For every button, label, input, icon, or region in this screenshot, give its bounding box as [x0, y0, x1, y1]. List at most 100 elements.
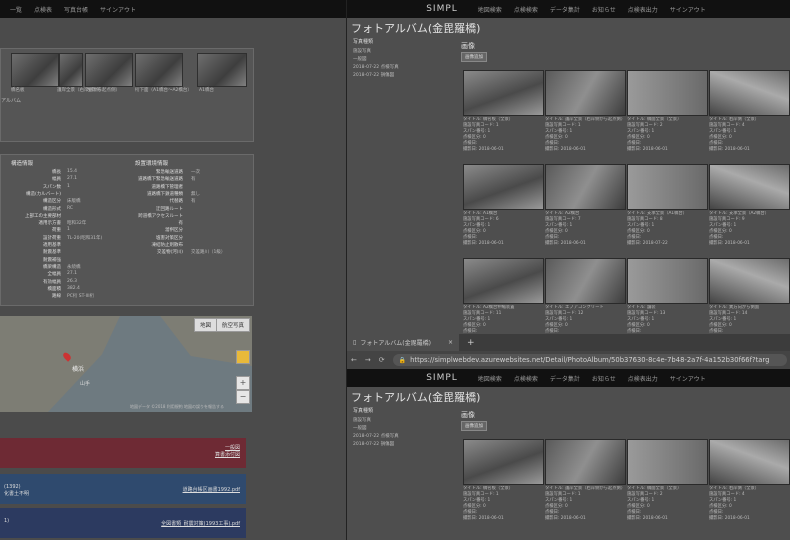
left-nav-item[interactable]: 写真台帳 — [64, 5, 88, 14]
browser-nav-item[interactable]: データ集計 — [550, 374, 580, 383]
right-nav-item[interactable]: 点検検索 — [514, 5, 538, 14]
photo-card[interactable]: タイトル: 護岸全景（右岸側から起点側） 施設写真コード: 1 スパン番号: 1 点検… — [545, 439, 626, 522]
left-nav-item[interactable]: 点検表 — [34, 5, 52, 14]
right-nav-item[interactable]: お知らせ — [592, 5, 616, 14]
photo-image[interactable] — [545, 70, 626, 116]
brand-logo[interactable]: SIMPL — [426, 4, 458, 14]
photo-card[interactable]: タイトル: 護岸全景（右岸側から起点側） 施設写真コード: 1 スパン番号: 1 点検… — [545, 70, 626, 153]
page-title: フォトアルバム(金毘羅橋) — [351, 22, 481, 35]
photo-image[interactable] — [627, 258, 708, 304]
doc-link[interactable]: 道路台帳区画書1992.pdf — [183, 486, 240, 493]
photo-card[interactable]: タイトル: 支承全景（A1橋台） 施設写真コード: 8 スパン番号: 1 点検区分: … — [627, 164, 708, 247]
photo-image[interactable] — [709, 439, 790, 485]
browser-nav-item[interactable]: 点検表出力 — [628, 374, 658, 383]
right-nav-item[interactable]: サインアウト — [670, 5, 706, 14]
reload-icon[interactable]: ⟳ — [379, 356, 385, 364]
list-label[interactable]: 一般図 — [353, 425, 367, 431]
close-tab-icon[interactable]: × — [448, 339, 453, 346]
add-image-button[interactable]: 画像追加 — [461, 421, 487, 431]
date-item[interactable]: 2018-07-22 点検写真 — [353, 433, 399, 439]
album-thumb[interactable] — [135, 53, 183, 87]
photo-type-label: 写真種類 — [353, 39, 374, 45]
right-nav-item[interactable]: 地図検索 — [478, 5, 502, 14]
list-label[interactable]: 一般図 — [353, 56, 367, 62]
forward-icon[interactable]: → — [365, 356, 371, 364]
struct-heading: 構造情報 — [11, 161, 34, 167]
doc-link[interactable]: 全図書類_耐震対策(1993工事).pdf — [161, 520, 240, 527]
photo-image[interactable] — [545, 164, 626, 210]
caption-line: 撮影日: 2018-06-01 — [463, 516, 504, 521]
photo-card[interactable]: タイトル: 支承全景（A2橋台） 施設写真コード: 9 スパン番号: 1 点検区分: … — [709, 164, 790, 247]
zoom-in-button[interactable]: + — [236, 376, 250, 390]
map-type-button[interactable]: 地図 — [194, 318, 218, 332]
date-item[interactable]: 2018-07-22 点検写真 — [353, 64, 399, 70]
album-thumb[interactable] — [197, 53, 247, 87]
left-nav-item[interactable]: 一覧 — [10, 5, 22, 14]
photo-caption: タイトル: エプアコンクリート 施設写真コード: 12 スパン番号: 1 点検区分: … — [545, 305, 624, 334]
info-box: 構造情報 設置環境情報 橋長 15.4 幅員 27.1 スパン数 1 構造(カルバート) 構造… — [0, 154, 254, 306]
photo-type-value[interactable]: 施設写真 — [353, 48, 371, 54]
photo-card[interactable]: タイトル: 橋面全景（全景） 施設写真コード: 2 スパン番号: 1 点検区分: 0点… — [627, 439, 708, 522]
browser-nav-item[interactable]: サインアウト — [670, 374, 706, 383]
doc-bar-2[interactable]: (1392) 化書土不明 道路台帳区画書1992.pdf — [0, 474, 246, 504]
photo-image[interactable] — [627, 70, 708, 116]
photo-card[interactable]: タイトル: 橋名板（全景） 施設写真コード: 1 スパン番号: 1 点検区分: 0 点検… — [463, 70, 544, 153]
photo-image[interactable] — [709, 70, 790, 116]
zoom-out-button[interactable]: − — [236, 390, 250, 404]
add-image-button[interactable]: 画像追加 — [461, 52, 487, 62]
page-title: フォトアルバム(金毘羅橋) — [351, 391, 481, 404]
photo-image[interactable] — [463, 258, 544, 304]
browser-tab[interactable]: ▯ フォトアルバム(金毘羅橋) × — [347, 334, 459, 351]
album-thumb[interactable] — [11, 53, 59, 87]
url-input[interactable]: 🔒 https://simplwebdev.azurewebsites.net/… — [392, 354, 787, 366]
browser-nav-item[interactable]: お知らせ — [592, 374, 616, 383]
right-nav-item[interactable]: 点検表出力 — [628, 5, 658, 14]
photo-image[interactable] — [463, 164, 544, 210]
info-value: 26.3 — [67, 278, 78, 284]
photo-image[interactable] — [463, 439, 544, 485]
new-tab-button[interactable]: + — [467, 338, 475, 348]
photo-card[interactable]: タイトル: 異方向から側面 施設写真コード: 14 スパン番号: 1 点検区分: 0点… — [709, 258, 790, 334]
info-label: 塩害対策区分 — [156, 235, 183, 241]
map-view[interactable]: 横浜 山手 地図 航空写真 + − 地図データ ©2018 利用規約 地図の誤り… — [0, 316, 252, 412]
doc-bar-3[interactable]: 1) 全図書類_耐震対策(1993工事).pdf — [0, 508, 246, 538]
photo-card[interactable]: タイトル: A1橋台 施設写真コード: 6 スパン番号: 1 点検区分: 0 点検日: 撮… — [463, 164, 544, 247]
photo-card[interactable]: タイトル: 右岸側（全景） 施設写真コード: 4 スパン番号: 1 点検区分: 0 点検… — [709, 439, 790, 522]
photo-type-value[interactable]: 施設写真 — [353, 417, 371, 423]
photo-card[interactable]: タイトル: 橋面全景（全景） 施設写真コード: 2 スパン番号: 1 点検区分: 0点… — [627, 70, 708, 153]
photo-image[interactable] — [627, 164, 708, 210]
photo-card[interactable]: タイトル: A2橋台伸縮装置 施設写真コード: 11 スパン番号: 1 点検区分: 0… — [463, 258, 544, 334]
brand-logo[interactable]: SIMPL — [426, 373, 458, 383]
photo-image[interactable] — [709, 164, 790, 210]
photo-image[interactable] — [545, 258, 626, 304]
env-heading: 設置環境情報 — [135, 161, 169, 167]
photo-card[interactable]: タイトル: 舗装施設写真コード: 13スパン番号: 1点検区分: 0点検日:撮影… — [627, 258, 708, 334]
photo-image[interactable] — [627, 439, 708, 485]
street-view-icon[interactable] — [236, 350, 250, 364]
left-nav-item[interactable]: サインアウト — [100, 5, 136, 14]
photo-card[interactable]: タイトル: エプアコンクリート 施設写真コード: 12 スパン番号: 1 点検区分: … — [545, 258, 626, 334]
browser-nav-item[interactable]: 地図検索 — [478, 374, 502, 383]
browser-nav-item[interactable]: 点検検索 — [514, 374, 538, 383]
photo-caption: タイトル: 橋名板（全景） 施設写真コード: 1 スパン番号: 1 点検区分: 0 点検… — [463, 486, 542, 522]
photo-card[interactable]: タイトル: A2橋台 施設写真コード: 7 スパン番号: 1 点検区分: 0 点検日: 撮… — [545, 164, 626, 247]
back-icon[interactable]: ← — [351, 356, 357, 364]
album-thumb[interactable] — [85, 53, 133, 87]
photo-image[interactable] — [545, 439, 626, 485]
date-item[interactable]: 2018-07-22 損傷図 — [353, 72, 394, 78]
info-label: 適用示方書 — [38, 221, 62, 227]
photo-image[interactable] — [709, 258, 790, 304]
doc-link[interactable]: 一般図 算書添付図 — [215, 444, 240, 458]
tab-title: フォトアルバム(金毘羅橋) — [360, 340, 431, 347]
photo-card[interactable]: タイトル: 橋名板（全景） 施設写真コード: 1 スパン番号: 1 点検区分: 0 点検… — [463, 439, 544, 522]
photo-card[interactable]: タイトル: 右岸側（全景） 施設写真コード: 4 スパン番号: 1 点検区分: 0 点検… — [709, 70, 790, 153]
album-thumb[interactable] — [59, 53, 83, 87]
photo-image[interactable] — [463, 70, 544, 116]
date-item[interactable]: 2018-07-22 損傷図 — [353, 441, 394, 447]
caption-line: 撮影日: 2018-06-01 — [463, 241, 504, 246]
doc-bar-1[interactable]: 一般図 算書添付図 — [0, 438, 246, 468]
right-nav-item[interactable]: データ集計 — [550, 5, 580, 14]
album-link[interactable]: アルバム — [1, 97, 21, 104]
thumb-caption: 桁下面（A1橋台〜A2橋台） — [135, 88, 192, 93]
satellite-type-button[interactable]: 航空写真 — [216, 318, 251, 332]
